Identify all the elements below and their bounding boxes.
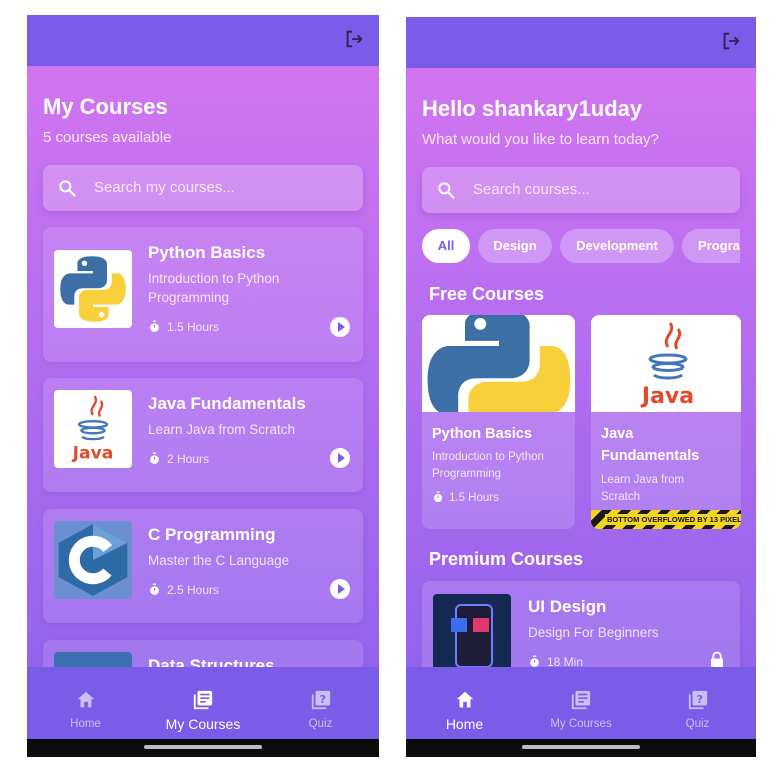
quiz-icon (687, 689, 709, 711)
courses-count: 5 courses available (43, 129, 172, 146)
course-description: Design For Beginners (528, 625, 659, 640)
chip-all[interactable]: All (422, 229, 470, 263)
course-card-python[interactable]: Python Basics Introduction to Python Pro… (43, 227, 363, 362)
free-course-card-java[interactable]: Java Fundamentals Learn Java from Scratc… (591, 315, 741, 529)
course-title: Python Basics (148, 243, 266, 262)
timer-icon (432, 491, 444, 503)
nav-home[interactable]: Home (406, 667, 523, 739)
python-logo-icon (54, 250, 132, 328)
java-logo-icon (591, 315, 741, 412)
overflow-warning-banner: BOTTOM OVERFLOWED BY 13 PIXELS (591, 510, 741, 529)
course-card-java[interactable]: Java Fundamentals Learn Java from Scratc… (43, 378, 363, 492)
play-button[interactable] (330, 448, 350, 468)
python-logo-icon (422, 315, 575, 412)
course-title: Java Fundamentals (601, 426, 700, 464)
course-title: UI Design (528, 597, 607, 616)
system-navigation-bar (27, 739, 379, 757)
premium-courses-heading: Premium Courses (429, 549, 584, 569)
course-duration: 2.5 Hours (148, 583, 219, 597)
timer-icon (148, 452, 161, 465)
course-description: Introduction to Python Programming (148, 271, 280, 305)
course-description: Learn Java from Scratch (148, 422, 296, 437)
page-title: My Courses (43, 94, 168, 119)
course-description: Learn Java from Scratch (601, 474, 685, 503)
course-duration: 1.5 Hours (432, 491, 499, 504)
play-button[interactable] (330, 579, 350, 599)
logout-icon[interactable] (343, 28, 365, 50)
home-screen: Hello shankary1uday What would you like … (406, 17, 756, 757)
home-gesture-bar[interactable] (522, 745, 640, 749)
search-input[interactable]: Search my courses... (43, 165, 363, 211)
chip-programming[interactable]: Progra (682, 229, 740, 263)
nav-my-courses[interactable]: My Courses (523, 667, 639, 739)
play-button[interactable] (330, 317, 350, 337)
chip-development[interactable]: Development (560, 229, 674, 263)
ui-ux-thumbnail-icon (433, 594, 511, 672)
nav-my-courses[interactable]: My Courses (144, 667, 262, 739)
timer-icon (148, 320, 161, 333)
search-placeholder: Search my courses... (94, 179, 235, 196)
system-navigation-bar (406, 739, 756, 757)
home-gesture-bar[interactable] (144, 745, 262, 749)
home-icon (75, 689, 97, 711)
course-duration: 1.5 Hours (148, 320, 219, 334)
course-description: Master the C Language (148, 553, 290, 568)
c-logo-icon (54, 521, 132, 599)
course-title: Python Basics (432, 426, 532, 442)
library-icon (570, 689, 592, 711)
course-title: Java Fundamentals (148, 394, 306, 413)
nav-quiz[interactable]: Quiz (639, 667, 756, 739)
quiz-icon (310, 689, 332, 711)
course-title: C Programming (148, 525, 276, 544)
my-courses-screen: My Courses 5 courses available Search my… (27, 15, 379, 757)
chip-design[interactable]: Design (478, 229, 552, 263)
java-logo-icon (54, 390, 132, 468)
course-card-c[interactable]: C Programming Master the C Language 2.5 … (43, 509, 363, 623)
top-app-bar (27, 15, 379, 66)
category-chips: All Design Development Progra (422, 17, 740, 277)
library-icon (192, 689, 214, 711)
search-icon (57, 178, 77, 198)
free-courses-heading: Free Courses (429, 284, 545, 304)
course-duration: 2 Hours (148, 452, 209, 466)
timer-icon (148, 583, 161, 596)
nav-quiz[interactable]: Quiz (262, 667, 379, 739)
free-course-card-python[interactable]: Python Basics Introduction to Python Pro… (422, 315, 575, 529)
nav-home[interactable]: Home (27, 667, 144, 739)
course-description: Introduction to Python Programming (432, 451, 544, 480)
bottom-navigation: Home My Courses Quiz (406, 667, 756, 739)
bottom-navigation: Home My Courses Quiz (27, 667, 379, 739)
home-icon (454, 689, 476, 711)
